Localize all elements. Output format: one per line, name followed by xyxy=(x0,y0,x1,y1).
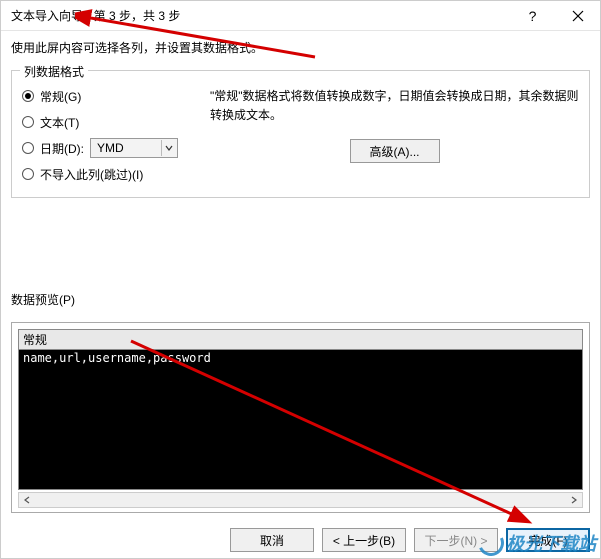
radio-icon xyxy=(22,90,34,102)
preview-section: 数据预览(P) 常规 name,url,username,password xyxy=(1,291,600,512)
chevron-down-icon xyxy=(161,140,175,156)
radio-text[interactable]: 文本(T) xyxy=(22,109,192,135)
radio-icon xyxy=(22,142,34,154)
close-icon xyxy=(572,10,584,22)
help-icon: ? xyxy=(529,8,537,24)
format-description: "常规"数据格式将数值转换成数字，日期值会转换成日期，其余数据则转换成文本。 xyxy=(210,87,579,125)
next-button[interactable]: 下一步(N) > xyxy=(414,528,498,552)
radio-date[interactable]: 日期(D): YMD xyxy=(22,135,192,161)
format-description-pane: "常规"数据格式将数值转换成数字，日期值会转换成日期，其余数据则转换成文本。 高… xyxy=(210,83,579,187)
preview-box: 常规 name,url,username,password xyxy=(11,322,590,513)
radio-label: 不导入此列(跳过)(I) xyxy=(40,166,143,183)
radio-label: 文本(T) xyxy=(40,114,79,131)
radio-label: 常规(G) xyxy=(40,88,81,105)
radio-icon xyxy=(22,116,34,128)
chevron-left-icon xyxy=(23,496,31,504)
wizard-window: 文本导入向导 - 第 3 步，共 3 步 ? 使用此屏内容可选择各列，并设置其数… xyxy=(0,0,601,559)
advanced-button[interactable]: 高级(A)... xyxy=(350,139,440,163)
chevron-right-icon xyxy=(570,496,578,504)
advanced-button-label: 高级(A)... xyxy=(370,143,420,160)
button-label: 取消 xyxy=(260,532,284,549)
column-format-legend: 列数据格式 xyxy=(20,63,88,80)
scroll-track[interactable] xyxy=(35,493,566,507)
wizard-buttons: 取消 < 上一步(B) 下一步(N) > 完成(F) xyxy=(1,528,600,552)
close-button[interactable] xyxy=(555,1,600,30)
finish-button[interactable]: 完成(F) xyxy=(506,528,590,552)
format-options: 常规(G) 文本(T) 日期(D): YMD xyxy=(22,83,192,187)
preview-row: name,url,username,password xyxy=(19,350,582,366)
preview-label: 数据预览(P) xyxy=(11,291,590,308)
cancel-button[interactable]: 取消 xyxy=(230,528,314,552)
radio-label: 日期(D): xyxy=(40,140,84,157)
titlebar: 文本导入向导 - 第 3 步，共 3 步 ? xyxy=(1,1,600,31)
column-format-fieldset: 列数据格式 常规(G) 文本(T) 日期(D): YMD xyxy=(11,70,590,198)
button-label: 完成(F) xyxy=(528,532,567,549)
radio-icon xyxy=(22,168,34,180)
preview-scrollbar[interactable] xyxy=(18,492,583,508)
button-label: 下一步(N) > xyxy=(424,532,487,549)
date-order-select[interactable]: YMD xyxy=(90,138,178,158)
subtitle-text: 使用此屏内容可选择各列，并设置其数据格式。 xyxy=(1,31,600,66)
button-label: < 上一步(B) xyxy=(333,532,395,549)
radio-skip[interactable]: 不导入此列(跳过)(I) xyxy=(22,161,192,187)
date-order-value: YMD xyxy=(97,141,124,155)
preview-column-header: 常规 xyxy=(19,330,582,350)
scroll-left-button[interactable] xyxy=(19,493,35,507)
back-button[interactable]: < 上一步(B) xyxy=(322,528,406,552)
radio-general[interactable]: 常规(G) xyxy=(22,83,192,109)
preview-grid[interactable]: 常规 name,url,username,password xyxy=(18,329,583,490)
window-title: 文本导入向导 - 第 3 步，共 3 步 xyxy=(11,7,510,24)
help-button[interactable]: ? xyxy=(510,1,555,30)
scroll-right-button[interactable] xyxy=(566,493,582,507)
